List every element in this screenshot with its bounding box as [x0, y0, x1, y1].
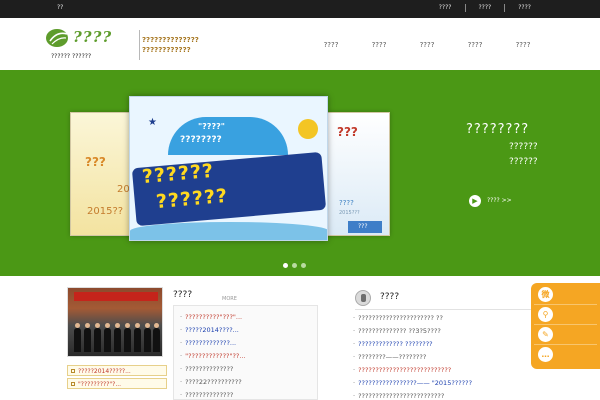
logo-text[interactable]: ????	[73, 28, 112, 46]
news-list: ??????????"???"... ?????2014????... ????…	[180, 313, 246, 400]
nav-item-4[interactable]: ????	[451, 41, 499, 49]
slide-prev-line-1: ???	[85, 155, 106, 169]
hot-item[interactable]: ?????????????????????????	[353, 392, 472, 400]
edit-icon[interactable]: ✎	[538, 327, 553, 342]
banner-subtitle-2: ??????	[509, 157, 538, 167]
carousel-dot[interactable]	[292, 263, 297, 268]
news-photo[interactable]	[67, 287, 163, 357]
news-item[interactable]: ?????????????...	[180, 339, 246, 352]
topbar-left-link[interactable]: ??	[57, 4, 63, 11]
bullet-icon	[71, 369, 75, 373]
site-header: ???? ?????? ?????? ?????????????? ??????…	[0, 18, 600, 70]
nav-item-2[interactable]: ????	[355, 41, 403, 49]
top-bar: ?? ???? ???? ????	[0, 0, 600, 18]
leaf-logo-icon[interactable]	[45, 27, 75, 49]
main-nav: ???? ???? ???? ???? ????	[307, 41, 547, 49]
carousel-dot[interactable]	[283, 263, 288, 268]
news-item[interactable]: ?????2014????...	[180, 326, 246, 339]
enter-link[interactable]: ???? >>	[487, 197, 512, 204]
banner-subtitle-1: ??????	[509, 142, 538, 152]
topbar-links: ???? ???? ????	[426, 4, 544, 12]
tagline: ?????????????? ????????????	[142, 35, 199, 55]
logo-divider	[139, 30, 140, 60]
news-more-link[interactable]: MORE	[222, 296, 237, 302]
news-item[interactable]: ????22??????????	[180, 378, 246, 391]
carousel-dot[interactable]	[301, 263, 306, 268]
photo-caption-item[interactable]: "?????????"?...	[67, 378, 167, 389]
campaign-title-1: "????"	[198, 122, 225, 131]
nav-item-3[interactable]: ????	[403, 41, 451, 49]
slide-next-line-1: ???	[337, 125, 358, 139]
star-icon: ★	[148, 117, 157, 128]
sunflower-icon	[298, 119, 318, 139]
campaign-title-2: ????????	[180, 135, 222, 145]
slogan-band	[131, 151, 327, 227]
search-icon[interactable]: ⚲	[538, 307, 553, 322]
side-panel-divider	[534, 324, 597, 325]
carousel-slide-active[interactable]: ★ ★ "????" ???????? ?????? ??????	[129, 96, 328, 241]
floating-side-panel: 微 ⚲ ✎ …	[531, 283, 600, 369]
news-item[interactable]: ??????????????	[180, 391, 246, 400]
weibo-icon[interactable]: 微	[538, 287, 553, 302]
carousel-dots	[283, 263, 306, 268]
carousel-slide-next[interactable]: ??? ???? 2015??? ???	[327, 112, 390, 236]
hot-item[interactable]: ???????????????????????????	[353, 366, 472, 379]
topbar-link-2[interactable]: ????	[464, 4, 505, 12]
slide-prev-line-3: 2015??	[87, 206, 124, 217]
bullet-icon	[71, 382, 75, 386]
chat-icon[interactable]: …	[538, 347, 553, 362]
hot-item[interactable]: ?????????????? ??3?5????	[353, 327, 472, 340]
topbar-link-1[interactable]: ????	[426, 4, 465, 12]
hot-item[interactable]: ?????????????????????? ??	[353, 314, 472, 327]
side-panel-divider	[534, 304, 597, 305]
hero-banner: ??? 201 2015?? ??? ???? 2015??? ??? ★ ★ …	[0, 70, 600, 276]
topbar-link-3[interactable]: ????	[504, 4, 544, 12]
hot-heading: ????	[380, 292, 400, 302]
news-item[interactable]: ??????????????	[180, 365, 246, 378]
news-item[interactable]: ??????????"???"...	[180, 313, 246, 326]
news-heading: ????	[173, 290, 193, 300]
news-item[interactable]: "????????????"??...	[180, 352, 245, 365]
logo-slogan: ?????? ??????	[51, 53, 92, 60]
hot-item[interactable]: ????????????? ????????	[353, 340, 472, 353]
banner-title: ????????	[466, 122, 530, 137]
nav-item-5[interactable]: ????	[499, 41, 547, 49]
hot-item[interactable]: ?????????????????—— "2015??????	[353, 379, 472, 392]
slide-next-line-2: ????	[339, 199, 354, 207]
nav-item-1[interactable]: ????	[307, 41, 355, 49]
hot-list: ?????????????????????? ?? ??????????????…	[353, 314, 472, 400]
hot-topic-icon	[355, 290, 371, 306]
tagline-line-2: ????????????	[142, 46, 191, 54]
photo-people	[72, 322, 160, 352]
side-panel-divider	[534, 344, 597, 345]
slide-next-button[interactable]: ???	[348, 221, 382, 233]
photo-caption-item[interactable]: ?????2014?????...	[67, 365, 167, 376]
photo-stage-banner	[74, 292, 158, 301]
tagline-line-1: ??????????????	[142, 36, 199, 44]
decorative-wave	[130, 222, 327, 240]
photo-caption-list: ?????2014?????... "?????????"?...	[67, 365, 167, 391]
carousel-slide-prev[interactable]: ??? 201 2015??	[70, 112, 132, 236]
hot-item[interactable]: ????????——????????	[353, 353, 472, 366]
arrow-right-icon[interactable]: ▶	[469, 195, 481, 207]
slide-next-line-3: 2015???	[339, 210, 360, 216]
